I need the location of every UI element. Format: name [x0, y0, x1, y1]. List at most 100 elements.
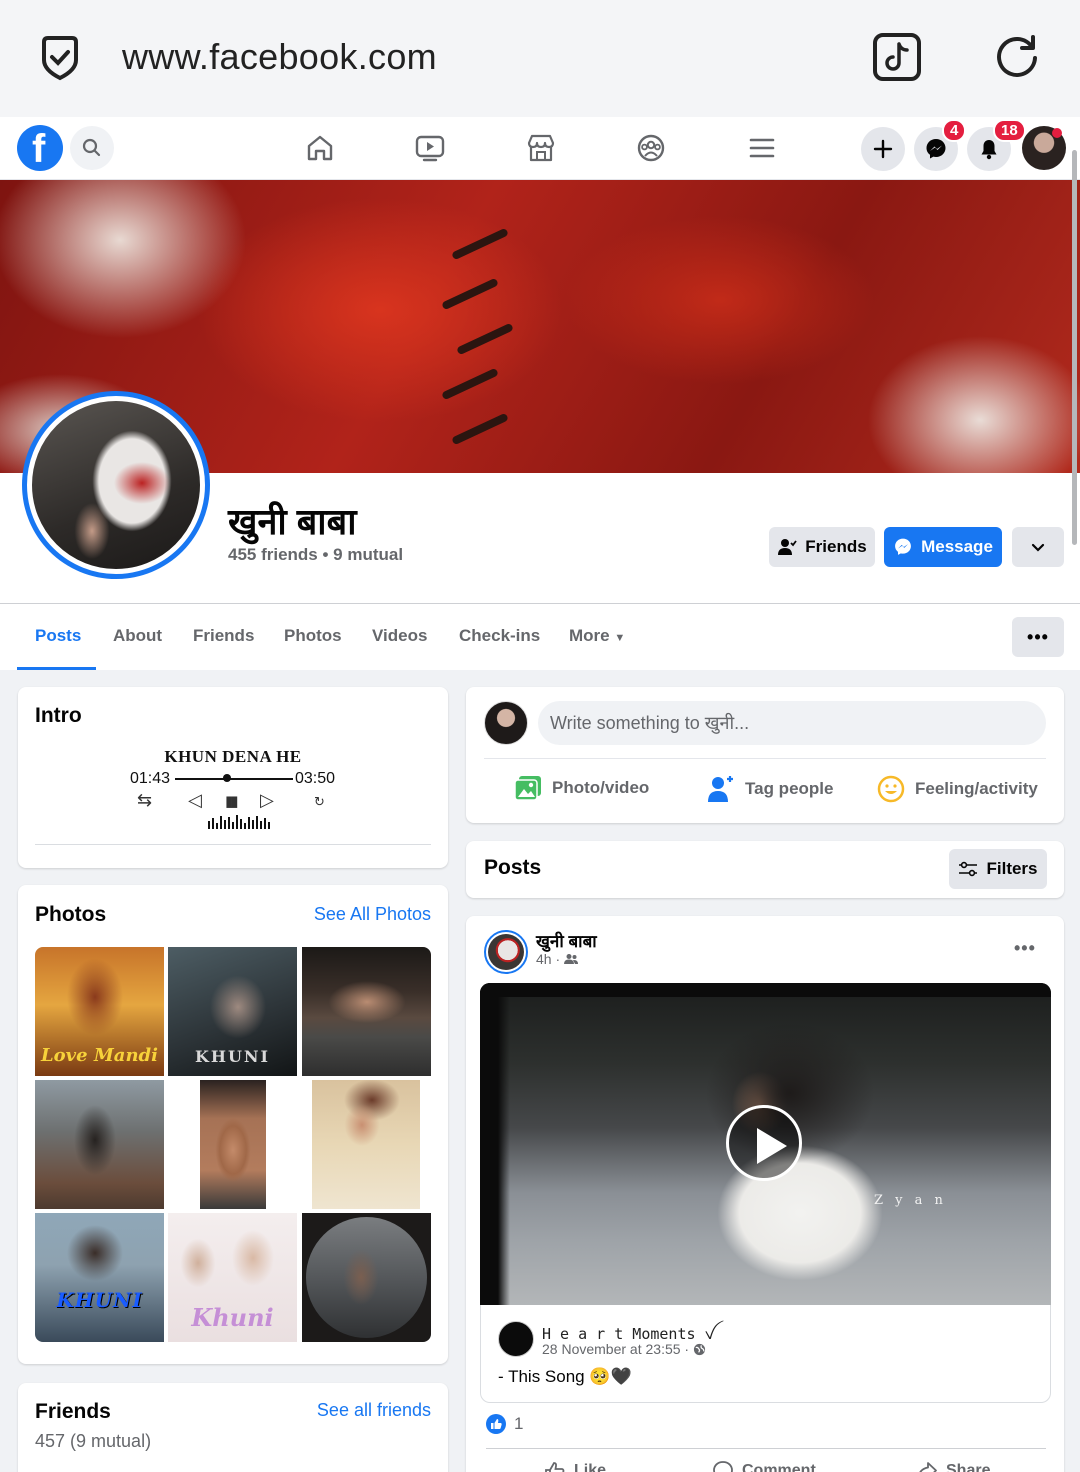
plus-icon — [873, 139, 893, 159]
photo-thumbnail[interactable] — [35, 1080, 164, 1209]
like-reaction-icon — [486, 1414, 506, 1434]
globe-icon — [694, 1343, 706, 1355]
tiktok-icon[interactable] — [872, 32, 922, 82]
friends-title: Friends — [35, 1400, 111, 1423]
tab-videos[interactable]: Videos — [372, 626, 427, 646]
profile-more-button[interactable] — [1012, 527, 1064, 567]
next-icon[interactable]: ▷ — [260, 790, 274, 811]
search-button[interactable] — [70, 126, 114, 170]
feeling-activity-button[interactable]: Feeling/activity — [877, 775, 1038, 803]
tag-people-button[interactable]: Tag people — [707, 775, 833, 803]
post-author-avatar[interactable] — [484, 930, 528, 974]
friend-check-icon — [778, 539, 798, 555]
see-all-photos-link[interactable]: See All Photos — [314, 904, 431, 925]
tab-check-ins[interactable]: Check-ins — [459, 626, 540, 646]
shield-check-icon[interactable] — [36, 34, 84, 82]
tag-people-icon — [708, 776, 733, 802]
shared-post-meta: 28 November at 23:55 · — [542, 1341, 706, 1357]
active-tab-indicator — [17, 667, 96, 670]
tab-photos[interactable]: Photos — [284, 626, 342, 646]
previous-icon[interactable]: ◁ — [188, 790, 202, 811]
message-button[interactable]: Message — [884, 527, 1002, 567]
messenger-icon — [926, 139, 946, 159]
audio-waveform — [208, 815, 270, 829]
repeat-icon[interactable]: ↻ — [314, 794, 325, 810]
friends-button[interactable]: Friends — [769, 527, 875, 567]
shared-author-avatar[interactable] — [498, 1321, 534, 1357]
photo-thumbnail[interactable]: KHUNI — [35, 1213, 164, 1342]
reload-icon[interactable] — [992, 32, 1042, 82]
posts-header-card: Posts Filters — [466, 841, 1064, 898]
friends-audience-icon — [564, 954, 579, 964]
friends-count: 457 (9 mutual) — [35, 1431, 152, 1451]
search-icon — [82, 138, 101, 157]
play-icon[interactable] — [726, 1105, 802, 1181]
reaction-summary[interactable]: 1 — [486, 1414, 523, 1434]
comment-button[interactable]: Comment — [712, 1460, 816, 1472]
tab-posts[interactable]: Posts — [35, 626, 81, 646]
share-icon — [919, 1462, 937, 1472]
post-options-icon[interactable]: ••• — [1014, 938, 1036, 959]
pause-icon[interactable]: ▮▮ — [225, 792, 238, 810]
message-button-label: Message — [921, 537, 993, 556]
music-progress-knob[interactable] — [223, 774, 231, 782]
thumbs-up-icon — [545, 1462, 565, 1472]
post-caption: - This Song 🥺🖤 — [498, 1367, 632, 1386]
tab-about[interactable]: About — [113, 626, 162, 646]
music-duration: 03:50 — [295, 770, 336, 787]
photo-thumbnail[interactable]: Khuni — [168, 1213, 297, 1342]
shuffle-icon[interactable]: ⇆ — [137, 790, 152, 811]
page-scrollbar[interactable] — [1072, 150, 1077, 545]
see-all-friends-link[interactable]: See all friends — [317, 1400, 431, 1421]
intro-divider — [35, 844, 431, 845]
photo-icon — [514, 776, 541, 801]
post-composer: Write something to खुनी... Photo/video T… — [466, 687, 1064, 823]
tab-more[interactable]: More ▼ — [569, 626, 625, 646]
composer-input[interactable]: Write something to खुनी... — [538, 701, 1046, 745]
menu-icon[interactable] — [745, 131, 779, 165]
groups-icon[interactable] — [634, 131, 668, 165]
address-bar[interactable]: www.facebook.com — [122, 36, 437, 78]
filters-button[interactable]: Filters — [949, 849, 1047, 889]
profile-friends-count[interactable]: 455 friends • 9 mutual — [228, 545, 403, 565]
tab-friends[interactable]: Friends — [193, 626, 254, 646]
music-elapsed: 01:43 — [130, 770, 171, 787]
facebook-logo[interactable]: f — [17, 125, 63, 171]
post-author-name[interactable]: खुनी बाबा — [536, 929, 597, 952]
photo-thumbnail[interactable] — [302, 947, 431, 1076]
post-meta: 4h · — [536, 951, 579, 967]
photo-thumbnail[interactable] — [168, 1080, 297, 1209]
home-icon[interactable] — [303, 131, 337, 165]
photo-thumbnail[interactable] — [302, 1213, 431, 1342]
messenger-badge: 4 — [942, 119, 967, 142]
composer-avatar[interactable] — [484, 701, 528, 745]
profile-avatar[interactable] — [22, 391, 210, 579]
video-watermark: Z y a n — [874, 1193, 947, 1208]
notifications-badge: 18 — [993, 119, 1026, 142]
profile-name: खुनी बाबा — [228, 501, 357, 542]
post-card: खुनी बाबा 4h · ••• Z y a n H e a r t Mom… — [466, 916, 1064, 1472]
music-progress-track[interactable] — [175, 778, 293, 780]
caret-down-icon: ▼ — [614, 632, 626, 644]
like-button[interactable]: Like — [544, 1460, 606, 1472]
watch-icon[interactable] — [413, 131, 447, 165]
intro-card: Intro KHUN DENA HE 01:43 03:50 ⇆ ◁ ▮▮ ▷ … — [18, 687, 448, 868]
smiley-icon — [877, 775, 905, 803]
photo-thumbnail[interactable] — [302, 1080, 431, 1209]
photos-card: Photos See All Photos Love Mandi KHUNI K… — [18, 885, 448, 1364]
shared-post-preview[interactable]: H e a r t Moments ꪜ 28 November at 23:55… — [480, 1305, 1051, 1403]
facebook-header: f 4 18 — [0, 117, 1080, 180]
filters-icon — [959, 861, 978, 877]
create-button[interactable] — [861, 127, 905, 171]
post-video[interactable]: Z y a n — [480, 983, 1051, 1305]
photos-title: Photos — [35, 903, 107, 926]
photo-thumbnail[interactable]: KHUNI — [168, 947, 297, 1076]
share-button[interactable]: Share — [916, 1460, 990, 1472]
photo-thumbnail[interactable]: Love Mandi — [35, 947, 164, 1076]
profile-tabs: Posts About Friends Photos Videos Check-… — [0, 603, 1080, 670]
friends-card: Friends See all friends 457 (9 mutual) — [18, 1383, 448, 1472]
tabs-options-button[interactable]: ••• — [1012, 617, 1064, 657]
marketplace-icon[interactable] — [524, 131, 558, 165]
bell-icon — [981, 140, 997, 160]
photo-video-button[interactable]: Photo/video — [514, 775, 649, 801]
